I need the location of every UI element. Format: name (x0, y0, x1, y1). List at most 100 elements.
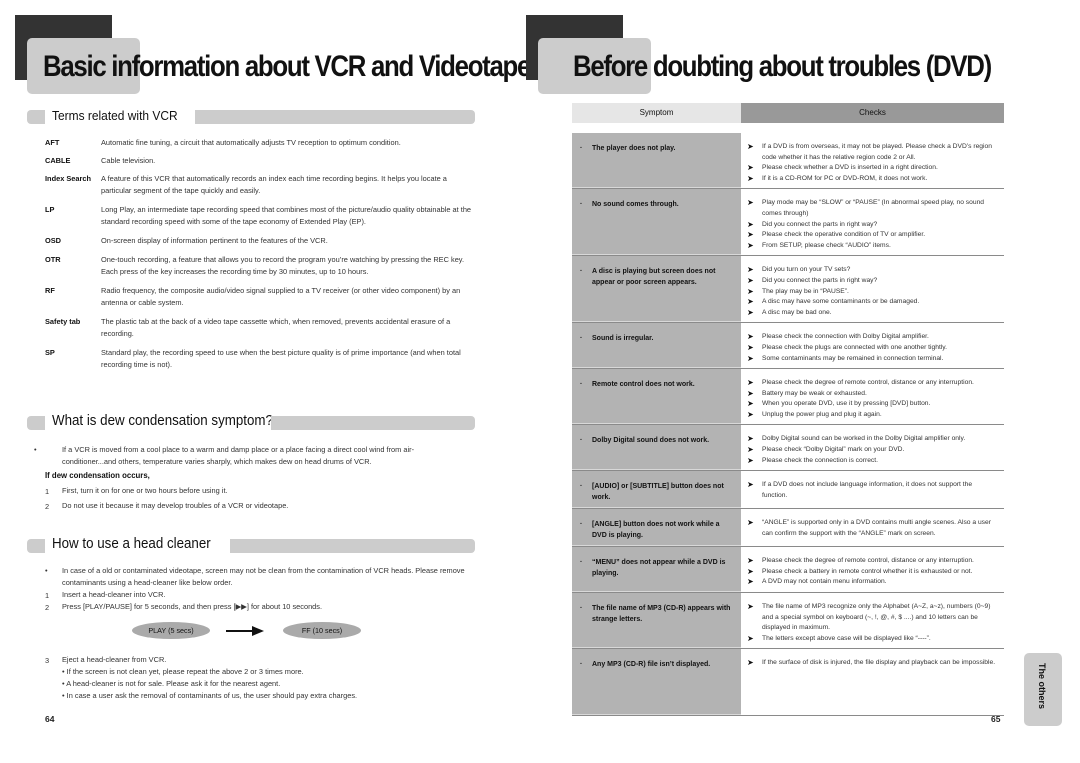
table-row: · The player does not play. ➤ If a DVD is f… (572, 133, 1004, 190)
symptom-cell: · A disc is playing but screen does not a… (572, 256, 741, 323)
glossary-term: CABLE (45, 156, 71, 165)
bullet-dot: · (580, 381, 583, 389)
check-item: ➤ Please check the connection is correct. (747, 456, 998, 467)
page-left: Basic information about VCR and Videotap… (0, 0, 540, 763)
glossary-definition: Long Play, an intermediate tape recordin… (101, 205, 472, 227)
arrow-bullet-icon: ➤ (747, 198, 754, 208)
check-text: Please check a battery in remote control… (762, 567, 973, 575)
cleaner-note: • A head-cleaner is not for sale. Please… (62, 679, 281, 688)
table-row: · A disc is playing but screen does not a… (572, 256, 1004, 324)
check-text: Please check the connection with Dolby D… (762, 333, 929, 341)
flow-step-play: PLAY (5 secs) (132, 622, 210, 639)
check-text: “ANGLE” is supported only in a DVD conta… (762, 519, 991, 537)
bullet-dot: · (580, 605, 583, 613)
check-item: ➤ Did you connect the parts in right way? (747, 276, 998, 287)
check-text: Unplug the power plug and plug it again. (762, 410, 882, 418)
cleaner-step: Eject a head-cleaner from VCR. (62, 655, 167, 664)
check-item: ➤ The file name of MP3 recognize only the… (747, 602, 998, 634)
section-tab-the-others[interactable]: The others (1024, 653, 1062, 726)
glossary-term: LP (45, 205, 55, 214)
symptom-cell: · Any MP3 (CD-R) file isn’t displayed. (572, 649, 741, 716)
check-text: Did you connect the parts in right way? (762, 276, 878, 284)
step-number: 1 (45, 487, 50, 496)
check-text: When you operate DVD, use it by pressing… (762, 400, 931, 408)
arrow-bullet-icon: ➤ (747, 445, 754, 455)
arrow-bullet-icon: ➤ (747, 307, 754, 317)
glossary-term: OTR (45, 255, 61, 264)
symptom-text: The file name of MP3 (CD-R) appears with… (592, 605, 731, 624)
symptom-cell: · The player does not play. (572, 133, 741, 189)
check-item: ➤ Dolby Digital sound can be worked in th… (747, 434, 998, 445)
flow-arrow-head-icon (252, 626, 264, 636)
arrow-bullet-icon: ➤ (747, 286, 754, 296)
check-text: Did you connect the parts in right way? (762, 220, 878, 228)
arrow-bullet-icon: ➤ (747, 399, 754, 409)
cleaner-note: • If the screen is not clean yet, please… (62, 667, 304, 676)
check-item: ➤ If a DVD does not include language info… (747, 480, 998, 501)
check-item: ➤ Please check whether a DVD is inserted … (747, 163, 998, 174)
check-text: Please check the connection is correct. (762, 456, 878, 464)
section-header-cleaner: How to use a head cleaner (27, 536, 475, 553)
glossary-definition: Standard play, the recording speed to us… (101, 348, 461, 370)
dew-subheading: If dew condensation occurs, (45, 471, 150, 480)
check-text: Play mode may be “SLOW” or “PAUSE” (In a… (762, 199, 985, 217)
symptom-text: “MENU” does not appear while a DVD is pl… (592, 559, 726, 578)
check-text: Please check the plugs are connected wit… (762, 343, 948, 351)
glossary-term: Index Search (45, 174, 92, 183)
section-marker (27, 416, 45, 430)
section-header-dew: What is dew condensation symptom? (27, 413, 475, 430)
glossary-term: SP (45, 348, 55, 357)
arrow-bullet-icon: ➤ (747, 332, 754, 342)
check-text: Please check “Dolby Digital” mark on you… (762, 446, 905, 454)
page-right: Before doubting about troubles (DVD) Sym… (526, 0, 1080, 763)
check-text: Please check the operative condition of … (762, 231, 926, 239)
glossary-definition: One-touch recording, a feature that allo… (101, 255, 465, 277)
symptom-cell: · The file name of MP3 (CD-R) appears wit… (572, 593, 741, 649)
check-text: Please check whether a DVD is inserted i… (762, 164, 938, 172)
check-text: Please check the degree of remote contro… (762, 379, 974, 387)
bullet-dot: · (580, 559, 583, 567)
check-item: ➤ If a DVD is from overseas, it may not b… (747, 142, 998, 163)
arrow-bullet-icon: ➤ (747, 556, 754, 566)
symptom-text: [AUDIO] or [SUBTITLE] button does not wo… (592, 483, 724, 502)
check-text: If it is a CD-ROM for PC or DVD-ROM, it … (762, 174, 928, 182)
step-number: 3 (45, 656, 50, 665)
arrow-bullet-icon: ➤ (747, 240, 754, 250)
check-item: ➤ Please check the operative condition of… (747, 230, 998, 241)
section-title: What is dew condensation symptom? (52, 413, 273, 429)
arrow-bullet-icon: ➤ (747, 163, 754, 173)
symptom-text: No sound comes through. (592, 201, 679, 209)
symptom-text: [ANGLE] button does not work while a DVD… (592, 521, 720, 540)
symptom-cell: · Dolby Digital sound does not work. (572, 425, 741, 471)
page-title: Basic information about VCR and Videotap… (43, 50, 531, 83)
arrow-bullet-icon: ➤ (747, 602, 754, 612)
glossary-definition: Cable television. (101, 156, 156, 165)
check-item: ➤ Did you connect the parts in right way? (747, 220, 998, 231)
check-text: If the surface of disk is injured, the f… (762, 659, 996, 667)
cleaner-description: In case of a old or contaminated videota… (62, 566, 465, 587)
check-item: ➤ If it is a CD-ROM for PC or DVD-ROM, it… (747, 174, 998, 185)
symptom-cell: · Remote control does not work. (572, 369, 741, 425)
glossary-definition: Automatic fine tuning, a circuit that au… (101, 138, 401, 147)
flow-step-ff: FF (10 secs) (283, 622, 361, 639)
section-rule (195, 110, 475, 124)
check-text: If a DVD is from overseas, it may not be… (762, 143, 992, 161)
check-text: A disc may have some contaminants or be … (762, 298, 920, 306)
arrow-bullet-icon: ➤ (747, 658, 754, 668)
check-item: ➤ If the surface of disk is injured, the … (747, 658, 998, 669)
symptom-cell: · [ANGLE] button does not work while a DV… (572, 509, 741, 547)
check-item: ➤ Please check a battery in remote contro… (747, 567, 998, 578)
check-item: ➤ When you operate DVD, use it by pressin… (747, 399, 998, 410)
bullet-dot: · (580, 437, 583, 445)
check-item: ➤ The play may be in “PAUSE”. (747, 287, 998, 298)
dew-description: If a VCR is moved from a cool place to a… (62, 445, 415, 466)
arrow-bullet-icon: ➤ (747, 353, 754, 363)
symptom-text: Sound is irregular. (592, 335, 654, 343)
arrow-bullet-icon: ➤ (747, 633, 754, 643)
section-rule (271, 416, 475, 430)
check-item: ➤ Battery may be weak or exhausted. (747, 389, 998, 400)
symptom-text: Any MP3 (CD-R) file isn’t displayed. (592, 661, 711, 669)
check-item: ➤ A disc may be bad one. (747, 308, 998, 319)
arrow-bullet-icon: ➤ (747, 265, 754, 275)
step-number: 2 (45, 603, 50, 612)
